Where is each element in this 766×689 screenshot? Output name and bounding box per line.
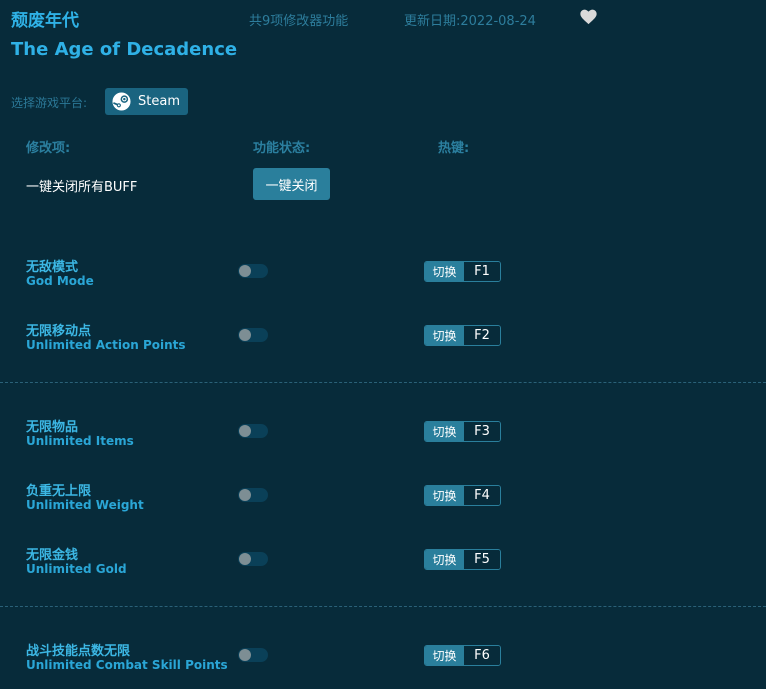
heart-icon[interactable] xyxy=(580,9,597,25)
mod-name-en: Unlimited Weight xyxy=(26,498,144,512)
hotkey-key: F3 xyxy=(464,422,500,441)
column-header-hotkey: 热键: xyxy=(438,141,470,156)
mod-toggle-unlimited-items[interactable] xyxy=(238,424,268,438)
platform-label: 选择游戏平台: xyxy=(11,96,88,110)
feature-count: 共9项修改器功能 xyxy=(249,14,349,29)
hotkey-label: 切换 xyxy=(425,486,464,505)
hotkey-key: F4 xyxy=(464,486,500,505)
mod-toggle-unlimited-combat-skill-points[interactable] xyxy=(238,648,268,662)
column-header-mod: 修改项: xyxy=(26,141,71,156)
toggle-knob xyxy=(239,329,251,341)
hotkey-key: F1 xyxy=(464,262,500,281)
game-title-cn: 颓废年代 xyxy=(11,11,79,31)
toggle-knob xyxy=(239,425,251,437)
mod-toggle-god-mode[interactable] xyxy=(238,264,268,278)
toggle-knob xyxy=(239,265,251,277)
steam-platform-button[interactable]: Steam xyxy=(105,88,188,115)
hotkey-key: F6 xyxy=(464,646,500,665)
close-all-button[interactable]: 一键关闭 xyxy=(253,168,330,200)
hotkey-unlimited-gold[interactable]: 切换 F5 xyxy=(424,549,501,570)
game-title-en: The Age of Decadence xyxy=(11,39,238,60)
hotkey-unlimited-action-points[interactable]: 切换 F2 xyxy=(424,325,501,346)
column-header-status: 功能状态: xyxy=(253,141,311,156)
section-divider xyxy=(0,382,766,383)
update-date: 更新日期:2022-08-24 xyxy=(404,14,536,29)
hotkey-unlimited-combat-skill-points[interactable]: 切换 F6 xyxy=(424,645,501,666)
hotkey-label: 切换 xyxy=(425,422,464,441)
mod-toggle-unlimited-action-points[interactable] xyxy=(238,328,268,342)
steam-icon xyxy=(112,92,131,111)
mod-name-en: Unlimited Gold xyxy=(26,562,127,576)
toggle-knob xyxy=(239,649,251,661)
mod-name-cn: 负重无上限 xyxy=(26,484,92,499)
hotkey-god-mode[interactable]: 切换 F1 xyxy=(424,261,501,282)
mod-name-en: God Mode xyxy=(26,274,94,288)
hotkey-key: F2 xyxy=(464,326,500,345)
hotkey-label: 切换 xyxy=(425,550,464,569)
mod-name-cn: 战斗技能点数无限 xyxy=(26,644,131,659)
mod-name-cn: 无限移动点 xyxy=(26,324,92,339)
mod-name-en: Unlimited Items xyxy=(26,434,134,448)
steam-label: Steam xyxy=(138,94,180,109)
hotkey-unlimited-weight[interactable]: 切换 F4 xyxy=(424,485,501,506)
close-all-buff-label: 一键关闭所有BUFF xyxy=(26,180,138,195)
hotkey-key: F5 xyxy=(464,550,500,569)
hotkey-label: 切换 xyxy=(425,262,464,281)
mod-toggle-unlimited-weight[interactable] xyxy=(238,488,268,502)
hotkey-label: 切换 xyxy=(425,326,464,345)
mod-toggle-unlimited-gold[interactable] xyxy=(238,552,268,566)
mod-name-cn: 无敌模式 xyxy=(26,260,79,275)
mod-name-en: Unlimited Action Points xyxy=(26,338,186,352)
hotkey-unlimited-items[interactable]: 切换 F3 xyxy=(424,421,501,442)
mod-name-cn: 无限物品 xyxy=(26,420,79,435)
hotkey-label: 切换 xyxy=(425,646,464,665)
section-divider xyxy=(0,606,766,607)
toggle-knob xyxy=(239,553,251,565)
mod-name-cn: 无限金钱 xyxy=(26,548,79,563)
mod-name-en: Unlimited Combat Skill Points xyxy=(26,658,228,672)
toggle-knob xyxy=(239,489,251,501)
